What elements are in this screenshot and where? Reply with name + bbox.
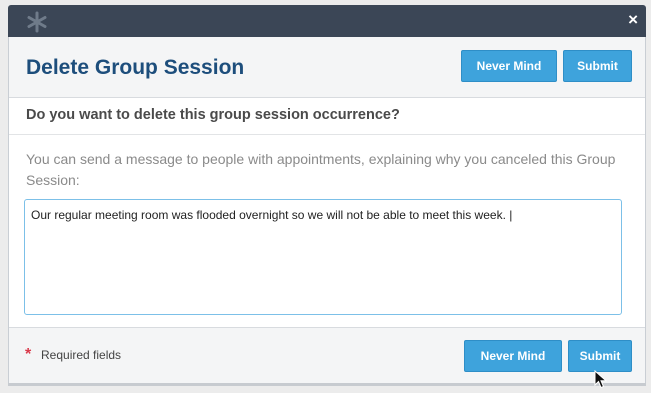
mouse-pointer-icon (594, 370, 608, 389)
message-textarea[interactable]: Our regular meeting room was flooded ove… (24, 199, 622, 315)
required-fields-label: Required fields (41, 348, 122, 362)
delete-question: Do you want to delete this group session… (26, 107, 400, 123)
divider (9, 134, 645, 135)
dialog-footer: * Required fields Never Mind Submit (9, 327, 645, 384)
dialog-title: Delete Group Session (26, 56, 245, 79)
never-mind-button-bottom[interactable]: Never Mind (464, 340, 562, 372)
dialog-header: Delete Group Session Never Mind Submit (9, 37, 645, 98)
submit-button-bottom[interactable]: Submit (568, 340, 632, 372)
window-frame: × Delete Group Session Never Mind Submit… (0, 0, 651, 393)
dialog-bottom-edge (8, 383, 646, 386)
window-titlebar: × (8, 5, 646, 37)
submit-button-top[interactable]: Submit (563, 50, 632, 82)
close-icon[interactable]: × (628, 9, 638, 31)
message-instructions: You can send a message to people with ap… (26, 151, 616, 188)
never-mind-button-top[interactable]: Never Mind (461, 50, 557, 82)
delete-session-dialog: Delete Group Session Never Mind Submit D… (8, 37, 646, 384)
asterisk-logo-icon (27, 11, 47, 33)
required-star-icon: * (25, 346, 32, 363)
